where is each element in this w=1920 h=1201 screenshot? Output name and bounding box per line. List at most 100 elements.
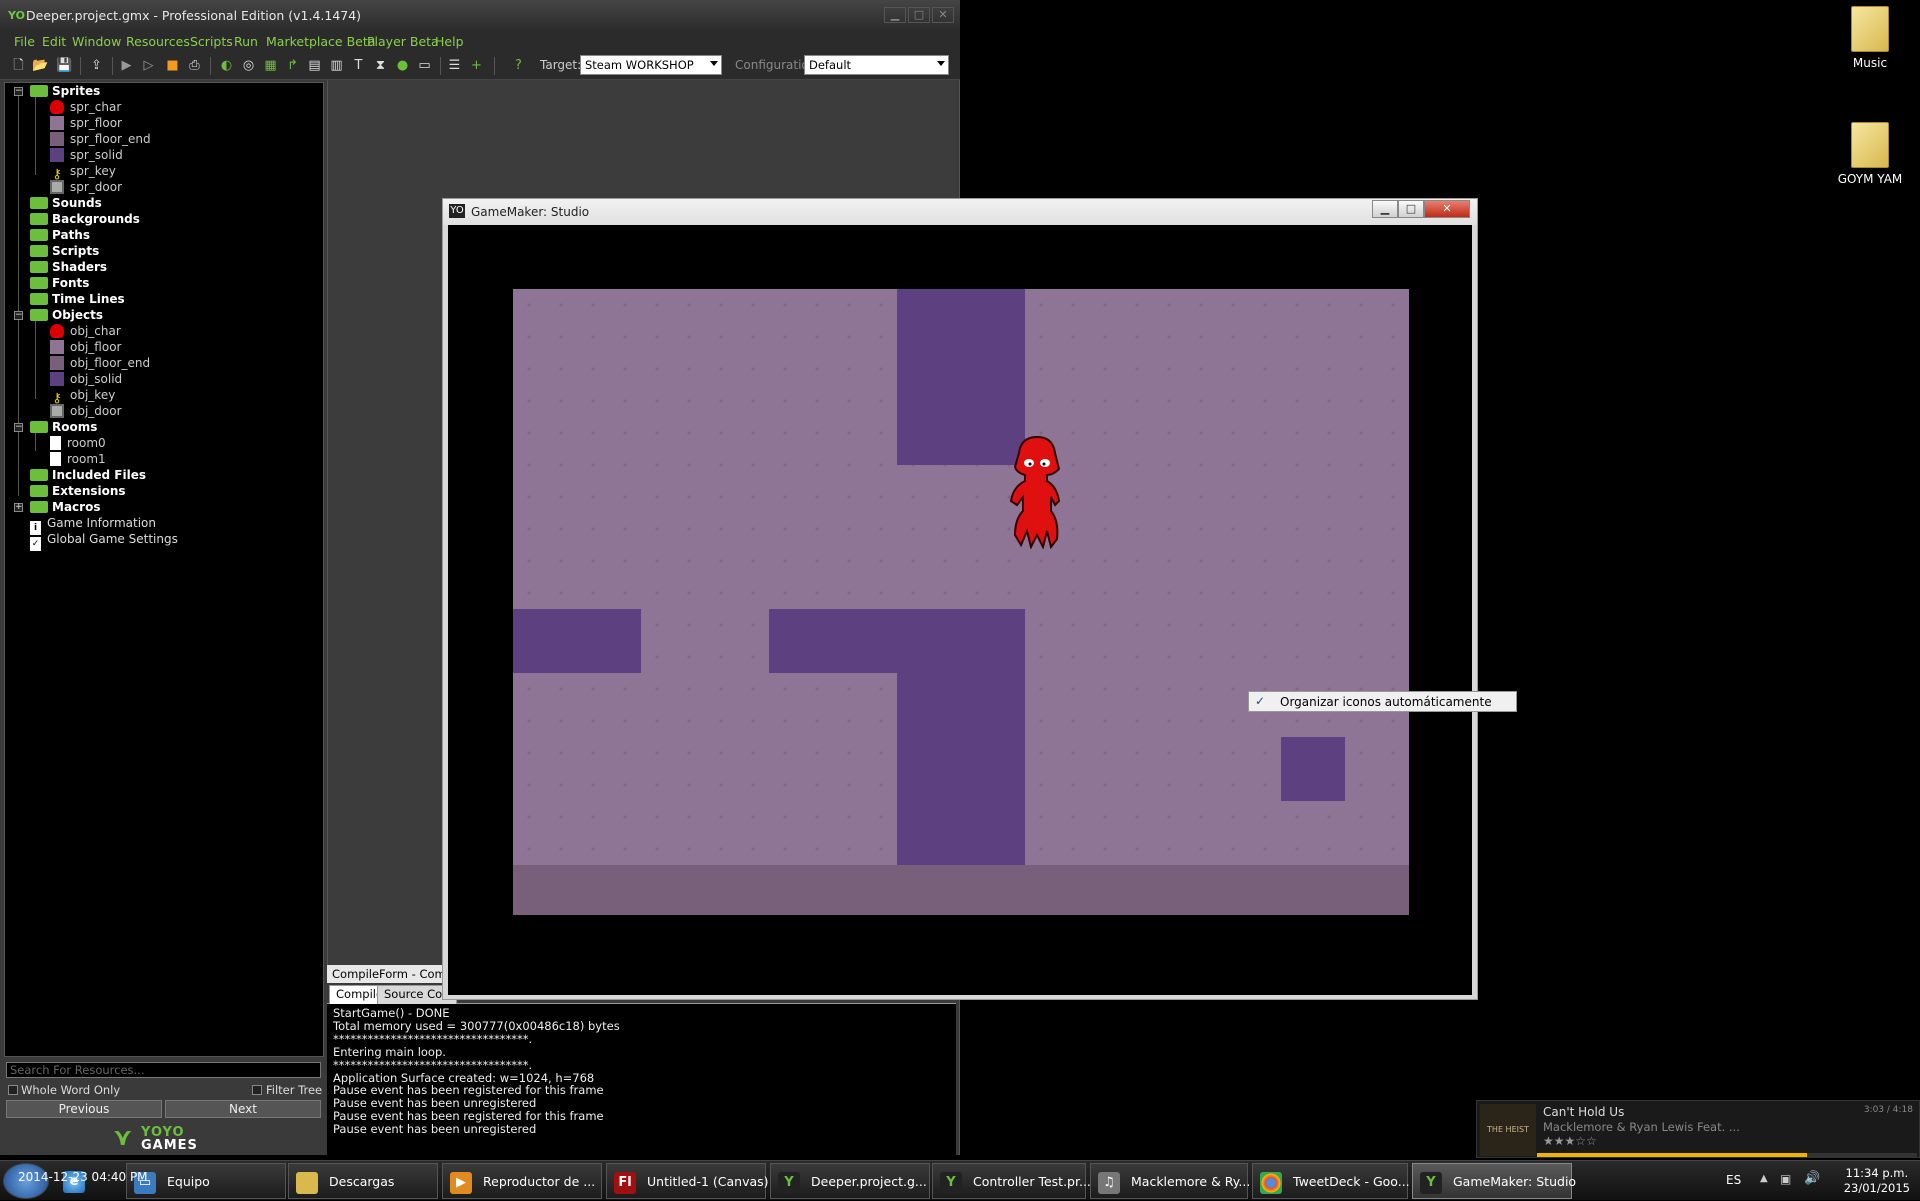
taskbar-button[interactable]: Y Deeper.project.g...: [770, 1163, 930, 1199]
taskbar-button[interactable]: Descargas: [288, 1163, 438, 1199]
tree-folder-macros[interactable]: Macros: [30, 499, 100, 515]
maximize-button[interactable]: □: [1398, 200, 1424, 218]
game-canvas[interactable]: ✓ Organizar iconos automáticamente: [448, 225, 1517, 995]
taskbar-button[interactable]: ▭ Equipo: [126, 1163, 286, 1199]
close-button[interactable]: ✕: [932, 7, 954, 23]
menu-marketplace[interactable]: Marketplace Beta: [266, 34, 375, 49]
collapse-icon[interactable]: −: [14, 311, 23, 320]
maximize-button[interactable]: □: [908, 7, 930, 23]
volume-icon[interactable]: 🔊: [1804, 1171, 1820, 1186]
target-select[interactable]: Steam WORKSHOP: [580, 55, 722, 75]
desktop-icon-goym-yam[interactable]: GOYM YAM: [1825, 122, 1915, 186]
game-info-icon[interactable]: ☰: [446, 57, 463, 74]
tree-item-spr-floor-end[interactable]: spr_floor_end: [50, 131, 151, 147]
network-icon[interactable]: ▣: [1780, 1172, 1791, 1186]
script-icon[interactable]: ▤: [306, 57, 323, 74]
desktop-icon-music[interactable]: Music: [1825, 6, 1915, 70]
tree-item-spr-char[interactable]: spr_char: [50, 99, 121, 115]
tree-folder-sprites[interactable]: Sprites: [30, 83, 100, 99]
tree-item-room0[interactable]: room0: [50, 435, 106, 451]
timeline-icon[interactable]: ⧗: [372, 57, 389, 74]
path-icon[interactable]: ↱: [284, 57, 301, 74]
menu-edit[interactable]: Edit: [42, 34, 66, 49]
minimize-button[interactable]: ▁: [1372, 200, 1398, 218]
game-title-bar[interactable]: YO GameMaker: Studio ▁ □ ✕: [443, 199, 1477, 225]
taskbar-button[interactable]: TweetDeck - Goo...: [1252, 1163, 1410, 1199]
tree-item-obj-floor-end[interactable]: obj_floor_end: [50, 355, 150, 371]
tree-item-obj-char[interactable]: obj_char: [50, 323, 121, 339]
collapse-icon[interactable]: −: [14, 423, 23, 432]
ide-title-bar[interactable]: YO Deeper.project.gmx - Professional Edi…: [0, 0, 960, 32]
tree-item-spr-floor[interactable]: spr_floor: [50, 115, 122, 131]
package-icon[interactable]: ⎙: [186, 57, 203, 74]
open-project-icon[interactable]: 📂: [32, 57, 49, 74]
clock[interactable]: 11:34 p.m. 23/01/2015: [1844, 1166, 1910, 1196]
whole-word-checkbox[interactable]: [8, 1085, 18, 1095]
debug-run-icon[interactable]: ▷: [140, 57, 157, 74]
menu-help[interactable]: Help: [435, 34, 464, 49]
next-button[interactable]: Next: [165, 1100, 321, 1118]
tree-item-obj-solid[interactable]: obj_solid: [50, 371, 122, 387]
tree-folder-sounds[interactable]: Sounds: [30, 195, 102, 211]
context-menu-item-auto-arrange[interactable]: Organizar iconos automáticamente: [1280, 695, 1492, 709]
tree-folder-scripts[interactable]: Scripts: [30, 243, 99, 259]
menu-window[interactable]: Window: [72, 34, 121, 49]
language-indicator[interactable]: ES: [1726, 1173, 1741, 1187]
shader-icon[interactable]: ▥: [328, 57, 345, 74]
menu-resources[interactable]: Resources: [126, 34, 190, 49]
save-icon[interactable]: 💾: [56, 57, 73, 74]
show-hidden-icons-icon[interactable]: ▲: [1760, 1173, 1768, 1184]
configuration-select[interactable]: Default: [804, 55, 949, 75]
tree-item-obj-floor[interactable]: obj_floor: [50, 339, 121, 355]
rating-stars[interactable]: ★★★☆☆: [1543, 1134, 1597, 1148]
taskbar-button[interactable]: Y Controller Test.pr...: [932, 1163, 1091, 1199]
sprite-icon[interactable]: ◐: [218, 57, 235, 74]
tree-item-obj-door[interactable]: obj_door: [50, 403, 122, 419]
tree-item-spr-key[interactable]: ⚷ spr_key: [50, 163, 116, 182]
sound-icon[interactable]: ◎: [240, 57, 257, 74]
tree-folder-timelines[interactable]: Time Lines: [30, 291, 125, 307]
menu-scripts[interactable]: Scripts: [190, 34, 233, 49]
taskbar-button[interactable]: Y GameMaker: Studio: [1412, 1163, 1576, 1199]
object-icon[interactable]: ●: [394, 57, 411, 74]
taskbar-button[interactable]: ♫ Macklemore & Ry...: [1090, 1163, 1250, 1199]
stop-icon[interactable]: ■: [164, 57, 181, 74]
export-icon[interactable]: ⇪: [88, 57, 105, 74]
run-icon[interactable]: ▶: [118, 57, 135, 74]
search-input[interactable]: Search For Resources...: [6, 1062, 321, 1078]
tree-folder-objects[interactable]: Objects: [30, 307, 103, 323]
taskbar-button[interactable]: Fl Untitled-1 (Canvas): [606, 1163, 769, 1199]
menu-file[interactable]: File: [14, 34, 35, 49]
font-icon[interactable]: T: [350, 57, 367, 74]
previous-button[interactable]: Previous: [6, 1100, 162, 1118]
ide-title: Deeper.project.gmx - Professional Editio…: [26, 8, 362, 23]
tree-folder-rooms[interactable]: Rooms: [30, 419, 97, 435]
tree-item-spr-solid[interactable]: spr_solid: [50, 147, 123, 163]
minimize-button[interactable]: ▁: [884, 7, 906, 23]
tree-item-room1[interactable]: room1: [50, 451, 106, 467]
tree-folder-paths[interactable]: Paths: [30, 227, 90, 243]
tree-folder-fonts[interactable]: Fonts: [30, 275, 89, 291]
tree-folder-backgrounds[interactable]: Backgrounds: [30, 211, 140, 227]
add-icon[interactable]: +: [468, 57, 485, 74]
room-icon[interactable]: ▭: [416, 57, 433, 74]
chrome-icon: [1260, 1172, 1282, 1194]
filter-tree-checkbox[interactable]: [252, 1085, 262, 1095]
collapse-icon[interactable]: −: [14, 87, 23, 96]
taskbar-button[interactable]: ▶ Reproductor de ...: [442, 1163, 602, 1199]
tree-folder-shaders[interactable]: Shaders: [30, 259, 107, 275]
tree-item-obj-key[interactable]: ⚷ obj_key: [50, 387, 115, 406]
help-icon[interactable]: ?: [510, 57, 527, 74]
tree-folder-extensions[interactable]: Extensions: [30, 483, 126, 499]
tree-item-game-information[interactable]: i Game Information: [30, 515, 156, 535]
close-button[interactable]: ✕: [1424, 200, 1470, 218]
background-icon[interactable]: ▦: [262, 57, 279, 74]
tree-item-global-settings[interactable]: ✓ Global Game Settings: [30, 531, 178, 551]
playback-progress[interactable]: [1537, 1153, 1917, 1157]
expand-icon[interactable]: +: [14, 503, 23, 512]
menu-run[interactable]: Run: [234, 34, 258, 49]
new-project-icon[interactable]: 🗋: [10, 57, 27, 74]
menu-player[interactable]: Player Beta: [367, 34, 439, 49]
tree-folder-included-files[interactable]: Included Files: [30, 467, 146, 483]
tree-item-spr-door[interactable]: spr_door: [50, 179, 122, 195]
